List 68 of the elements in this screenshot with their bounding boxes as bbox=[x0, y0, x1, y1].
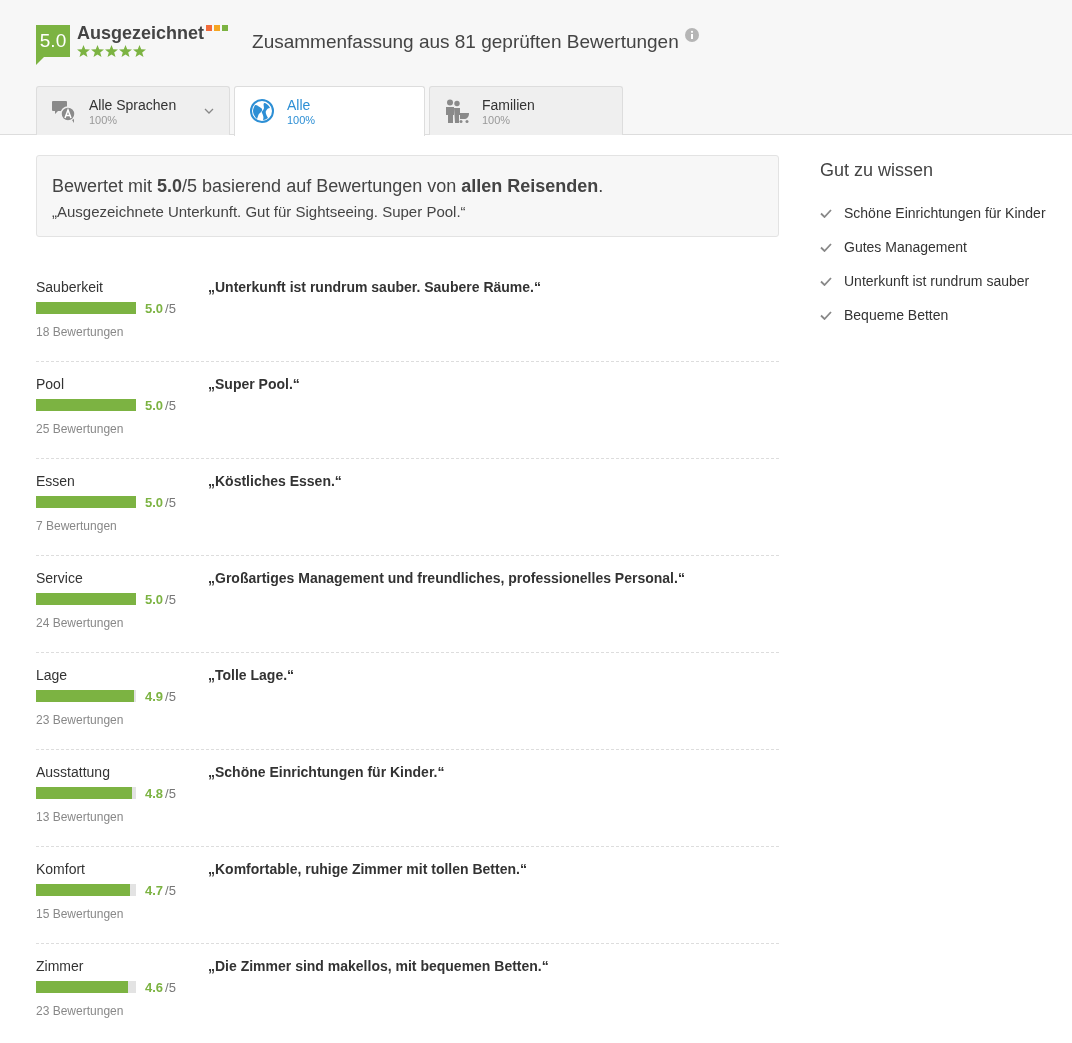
category-score: 5.0 bbox=[145, 494, 164, 510]
rating-label: Ausgezeichnet bbox=[77, 23, 205, 44]
check-icon bbox=[820, 276, 832, 286]
check-icon bbox=[820, 310, 832, 320]
category-score: 4.8 bbox=[145, 785, 164, 801]
category-name: Essen bbox=[36, 473, 76, 489]
score-max: /5 bbox=[165, 494, 176, 510]
highlight-item: Schöne Einrichtungen für Kinder bbox=[844, 205, 1046, 221]
category-name: Pool bbox=[36, 376, 66, 392]
rating-scale-icon bbox=[206, 25, 229, 32]
tab-percentage: 100% bbox=[287, 114, 317, 126]
section-title: Gut zu wissen bbox=[820, 160, 935, 181]
category-quote: „Super Pool.“ bbox=[208, 376, 300, 394]
score-max: /5 bbox=[165, 591, 176, 607]
review-count: 15 Bewertungen bbox=[36, 907, 125, 921]
summary-quote: „Ausgezeichnete Unterkunft. Gut für Sightseeing. Super Pool.“ bbox=[52, 203, 467, 220]
review-count: 7 Bewertungen bbox=[36, 519, 118, 533]
category-quote: „Komfortable, ruhige Zimmer mit tollen Betten.“ bbox=[208, 861, 527, 879]
category-quote: „Köstliches Essen.“ bbox=[208, 473, 342, 491]
highlight-item: Bequeme Betten bbox=[844, 307, 949, 323]
category-score: 5.0 bbox=[145, 397, 164, 413]
category-quote: „Tolle Lage.“ bbox=[208, 667, 295, 685]
category-quote: „Schöne Einrichtungen für Kinder.“ bbox=[208, 764, 445, 782]
summary-text: Bewertet mit 5.0/5 basierend auf Bewertungen von allen Reisenden. bbox=[52, 176, 605, 197]
category-score: 4.6 bbox=[145, 979, 164, 995]
category-quote: „Großartiges Management und freundliches, professionelles Personal.“ bbox=[208, 570, 685, 588]
category-score: 4.9 bbox=[145, 688, 164, 704]
category-score: 4.7 bbox=[145, 882, 164, 898]
tab-percentage: 100% bbox=[482, 113, 512, 126]
review-count: 23 Bewertungen bbox=[36, 1004, 125, 1018]
category-name: Zimmer bbox=[36, 958, 85, 974]
score-badge: 5.0 bbox=[36, 25, 70, 65]
check-icon bbox=[820, 208, 832, 218]
category-name: Lage bbox=[36, 667, 69, 683]
category-name: Ausstattung bbox=[36, 764, 111, 780]
score-max: /5 bbox=[165, 397, 176, 413]
check-icon bbox=[820, 242, 832, 252]
review-count: 18 Bewertungen bbox=[36, 325, 125, 339]
translate-icon bbox=[52, 98, 76, 124]
family-icon bbox=[445, 98, 469, 124]
tab-percentage: 100% bbox=[89, 113, 119, 126]
tab-label: Familien bbox=[482, 96, 536, 113]
score-max: /5 bbox=[165, 300, 176, 316]
score-max: /5 bbox=[165, 785, 176, 801]
review-count: 25 Bewertungen bbox=[36, 422, 125, 436]
score-max: /5 bbox=[165, 882, 176, 898]
review-count: 23 Bewertungen bbox=[36, 713, 125, 727]
filter-tab[interactable]: Alle Sprachen 100% bbox=[36, 86, 230, 135]
category-score: 5.0 bbox=[145, 591, 164, 607]
category-name: Komfort bbox=[36, 861, 86, 877]
info-icon bbox=[684, 28, 699, 42]
globe-icon bbox=[250, 99, 274, 124]
category-name: Service bbox=[36, 570, 84, 586]
tab-label: Alle bbox=[287, 97, 312, 113]
category-quote: „Unterkunft ist rundrum sauber. Saubere Räume.“ bbox=[208, 279, 541, 297]
filter-tab[interactable]: Alle 100% bbox=[234, 86, 425, 136]
category-quote: „Die Zimmer sind makellos, mit bequemen Betten.“ bbox=[208, 958, 549, 976]
highlight-item: Unterkunft ist rundrum sauber bbox=[844, 273, 1030, 289]
category-score: 5.0 bbox=[145, 300, 164, 316]
category-name: Sauberkeit bbox=[36, 279, 104, 295]
summary-title: Zusammenfassung aus 81 geprüften Bewertungen bbox=[252, 31, 679, 53]
tab-label: Alle Sprachen bbox=[89, 96, 178, 113]
highlight-item: Gutes Management bbox=[844, 239, 967, 255]
filter-tab[interactable]: Familien 100% bbox=[429, 86, 623, 135]
score-max: /5 bbox=[165, 688, 176, 704]
score-max: /5 bbox=[165, 979, 176, 995]
review-count: 13 Bewertungen bbox=[36, 810, 125, 824]
review-count: 24 Bewertungen bbox=[36, 616, 125, 630]
